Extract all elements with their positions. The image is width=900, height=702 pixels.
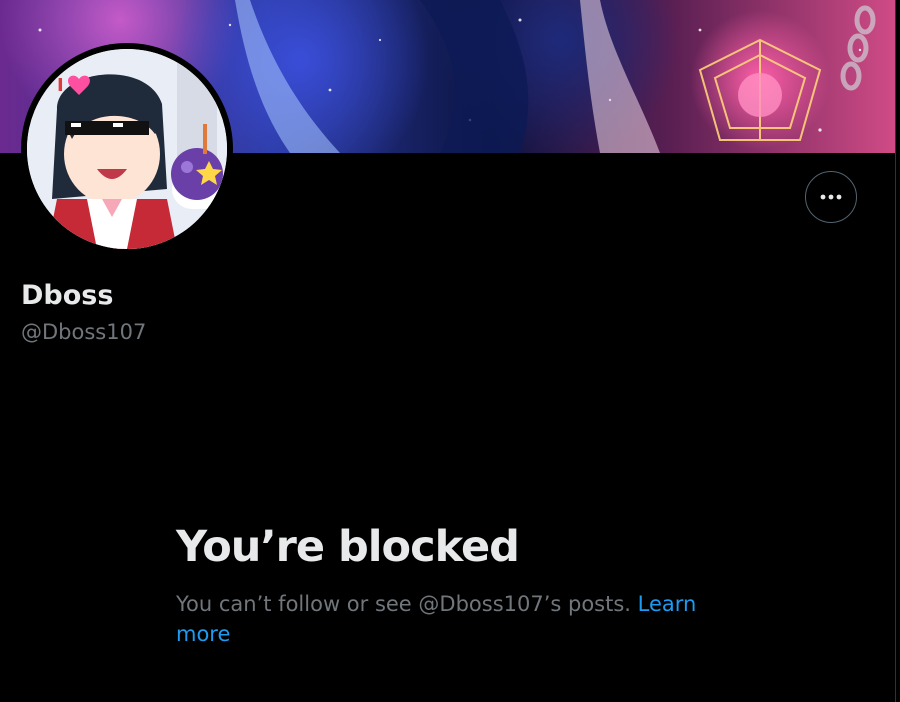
avatar-illustration: I: [27, 49, 227, 249]
profile-handle: @Dboss107: [21, 320, 147, 344]
svg-text:I: I: [57, 75, 64, 96]
column-border: [895, 0, 896, 702]
profile-display-name: Dboss: [21, 280, 114, 311]
ellipsis-icon: [820, 194, 842, 200]
avatar[interactable]: I: [27, 49, 227, 249]
blocked-description-text: You can’t follow or see @Dboss107’s post…: [176, 592, 631, 616]
blocked-title: You’re blocked: [176, 522, 520, 572]
more-options-button[interactable]: [805, 171, 857, 223]
blocked-description: You can’t follow or see @Dboss107’s post…: [176, 589, 706, 649]
